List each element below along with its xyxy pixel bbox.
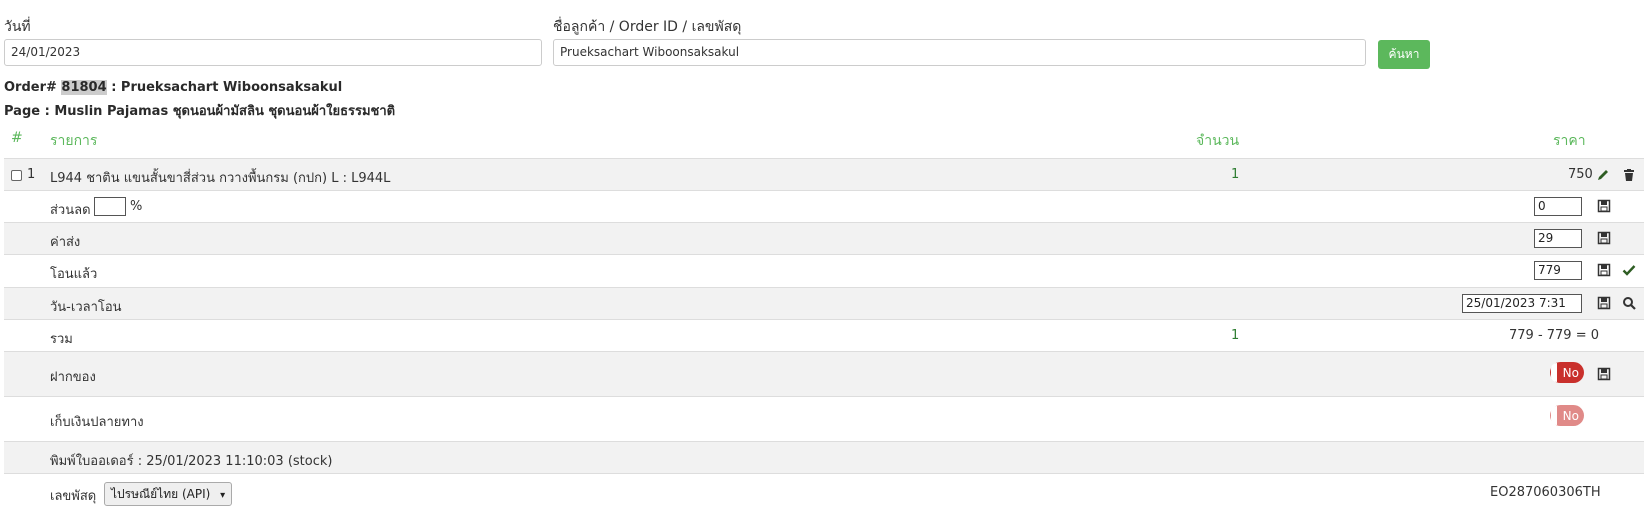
trash-icon[interactable]: [1622, 168, 1636, 182]
search-icon[interactable]: [1622, 296, 1636, 310]
tracking-label: เลขพัสดุ: [50, 489, 97, 504]
order-prefix: Order#: [4, 80, 57, 95]
order-title: Order# 81804 : Prueksachart Wiboonsaksak…: [4, 80, 342, 95]
col-qty-header: จำนวน: [1196, 133, 1240, 149]
save-icon[interactable]: [1597, 231, 1611, 245]
deposit-toggle-text: No: [1562, 365, 1579, 380]
item-name: L944 ชาติน แขนสั้นขาสี่ส่วน กวางพื้นกรม …: [50, 171, 391, 186]
search-button[interactable]: ค้นหา: [1378, 40, 1430, 69]
save-icon[interactable]: [1597, 296, 1611, 310]
carrier-select[interactable]: ไปรษณีย์ไทย (API) ▾: [104, 482, 233, 506]
discount-percent-input[interactable]: [94, 197, 126, 216]
deposit-label: ฝากของ: [50, 370, 96, 385]
item-price: 750: [1568, 167, 1593, 182]
chevron-down-icon: ▾: [220, 490, 226, 501]
table-row-cod: เก็บเงินปลายทาง No: [4, 396, 1644, 441]
date-input[interactable]: 24/01/2023: [4, 39, 542, 66]
discount-label: ส่วนลด: [50, 203, 91, 218]
save-icon[interactable]: [1597, 199, 1611, 213]
shipping-input[interactable]: 29: [1534, 229, 1582, 248]
check-icon[interactable]: [1622, 263, 1636, 277]
tracking-number: EO287060306TH: [1490, 485, 1601, 500]
item-checkbox[interactable]: [11, 170, 22, 181]
col-item-header: รายการ: [50, 133, 98, 149]
cod-toggle[interactable]: No: [1550, 405, 1584, 426]
table-row-paid: โอนแล้ว 779: [4, 254, 1644, 287]
item-qty: 1: [1231, 167, 1240, 182]
table-row-discount: ส่วนลด % 0: [4, 190, 1644, 222]
table-row-tracking: เลขพัสดุ ไปรษณีย์ไทย (API) ▾ EO287060306…: [4, 473, 1644, 513]
table-row-total: รวม 1 779 - 779 = 0: [4, 319, 1644, 351]
order-page: Page : Muslin Pajamas ชุดนอนผ้ามัสลิน ชุ…: [4, 104, 396, 119]
paid-input[interactable]: 779: [1534, 261, 1582, 280]
order-customer: : Prueksachart Wiboonsaksakul: [111, 80, 343, 95]
total-label: รวม: [50, 332, 73, 347]
cod-toggle-text: No: [1562, 408, 1579, 423]
table-row-item: 1 L944 ชาติน แขนสั้นขาสี่ส่วน กวางพื้นกร…: [4, 158, 1644, 190]
cod-label: เก็บเงินปลายทาง: [50, 415, 144, 430]
carrier-select-value: ไปรษณีย์ไทย (API): [111, 487, 211, 501]
date-label: วันที่: [4, 19, 31, 35]
save-icon[interactable]: [1597, 367, 1611, 381]
discount-percent-sign: %: [130, 199, 143, 214]
pencil-icon[interactable]: [1596, 168, 1610, 182]
transfer-time-input[interactable]: 25/01/2023 7:31: [1462, 294, 1582, 313]
table-row-transfer-time: วัน-เวลาโอน 25/01/2023 7:31: [4, 287, 1644, 319]
deposit-toggle[interactable]: No: [1550, 362, 1584, 383]
total-qty: 1: [1231, 328, 1240, 343]
transfer-time-label: วัน-เวลาโอน: [50, 300, 122, 315]
shipping-label: ค่าส่ง: [50, 235, 81, 250]
col-num-header: #: [11, 130, 23, 146]
table-row-printed: พิมพ์ใบออเดอร์ : 25/01/2023 11:10:03 (st…: [4, 441, 1644, 473]
printed-info: พิมพ์ใบออเดอร์ : 25/01/2023 11:10:03 (st…: [50, 454, 333, 469]
order-id: 81804: [61, 80, 107, 95]
paid-label: โอนแล้ว: [50, 267, 98, 282]
table-row-shipping: ค่าส่ง 29: [4, 222, 1644, 254]
customer-search-label: ชื่อลูกค้า / Order ID / เลขพัสดุ: [553, 19, 742, 35]
item-number: 1: [27, 167, 36, 182]
total-value: 779 - 779 = 0: [1509, 328, 1600, 343]
col-price-header: ราคา: [1553, 133, 1586, 149]
discount-value-input[interactable]: 0: [1534, 197, 1582, 216]
customer-search-input[interactable]: Prueksachart Wiboonsaksakul: [553, 39, 1366, 66]
table-row-deposit: ฝากของ No: [4, 351, 1644, 396]
save-icon[interactable]: [1597, 263, 1611, 277]
